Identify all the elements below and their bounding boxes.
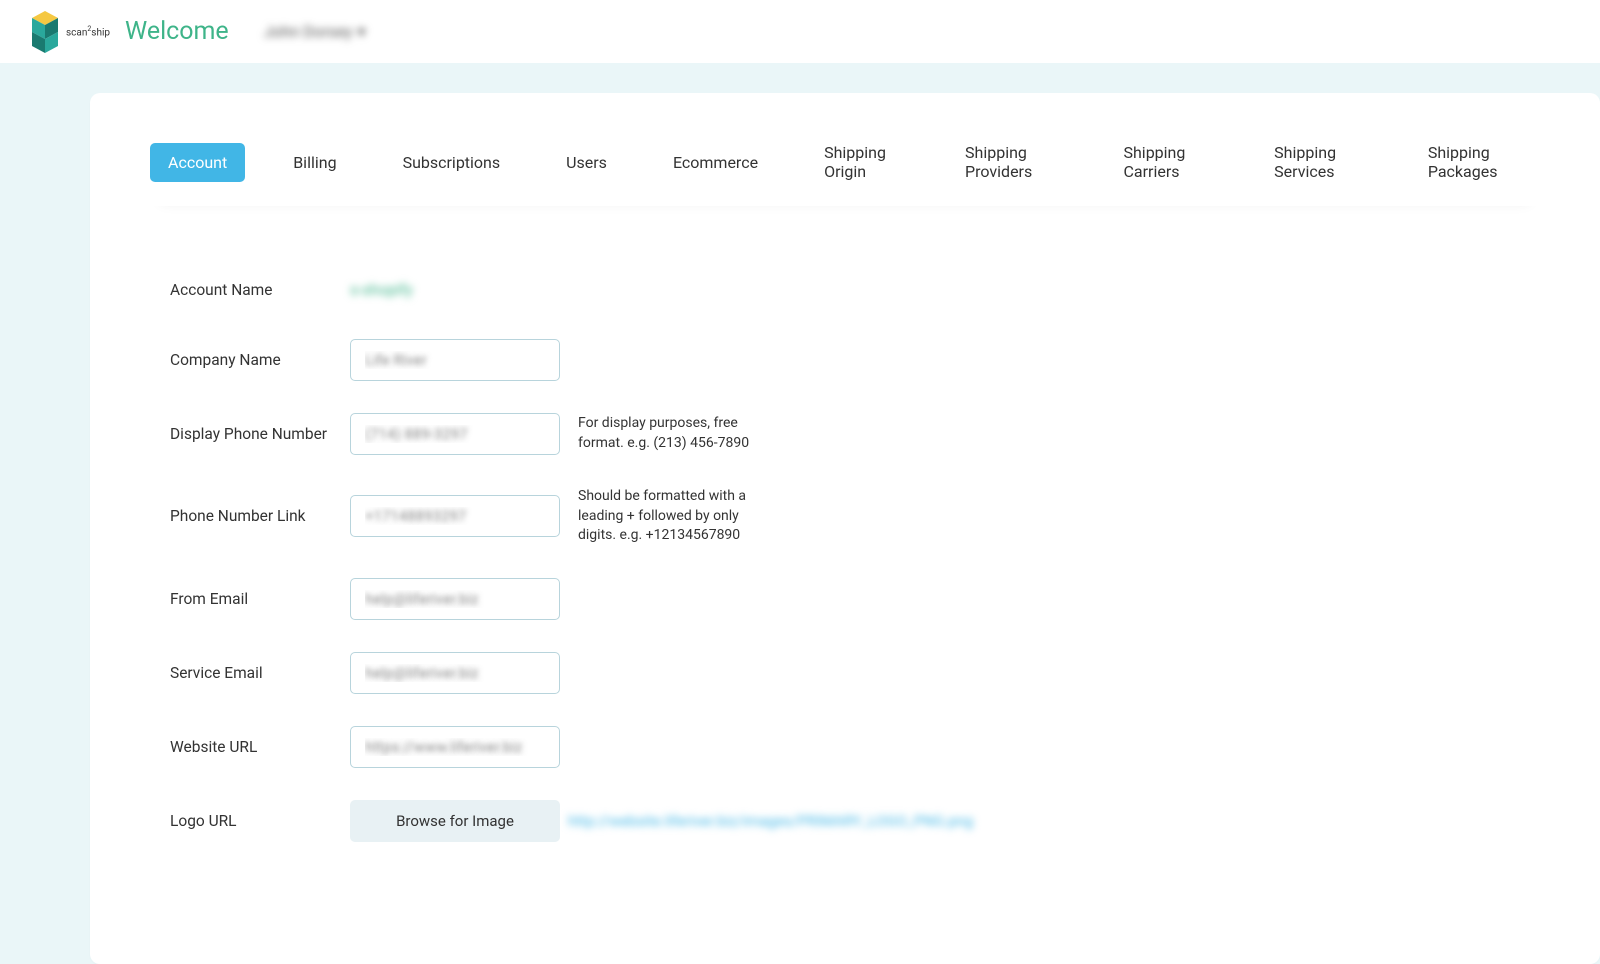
user-dropdown[interactable]: John Dorsey ▾	[264, 22, 366, 41]
label-company-name: Company Name	[170, 351, 350, 369]
tab-shipping-carriers[interactable]: Shipping Carriers	[1105, 133, 1226, 191]
input-service-email[interactable]	[350, 652, 560, 694]
logo-cube-icon	[30, 9, 60, 54]
row-logo-url: Logo URL Browse for Image http://website…	[170, 800, 1520, 842]
tab-shipping-services[interactable]: Shipping Services	[1256, 133, 1380, 191]
brand-text: scan2ship	[66, 25, 110, 38]
label-display-phone: Display Phone Number	[170, 425, 350, 443]
chevron-down-icon: ▾	[358, 22, 366, 41]
tab-shipping-origin[interactable]: Shipping Origin	[806, 133, 917, 191]
welcome-text: Welcome	[125, 17, 229, 46]
label-phone-link: Phone Number Link	[170, 507, 350, 525]
input-display-phone[interactable]	[350, 413, 560, 455]
tab-shipping-packages[interactable]: Shipping Packages	[1410, 133, 1540, 191]
row-service-email: Service Email	[170, 652, 1520, 694]
tab-subscriptions[interactable]: Subscriptions	[385, 143, 519, 182]
input-company-name[interactable]	[350, 339, 560, 381]
tab-users[interactable]: Users	[548, 143, 625, 182]
tab-account[interactable]: Account	[150, 143, 245, 182]
tab-ecommerce[interactable]: Ecommerce	[655, 143, 776, 182]
main-content: Account Billing Subscriptions Users Ecom…	[0, 63, 1600, 964]
input-phone-link[interactable]	[350, 495, 560, 537]
brand-logo: scan2ship	[30, 9, 110, 54]
app-header: scan2ship Welcome John Dorsey ▾	[0, 0, 1600, 63]
tab-shipping-providers[interactable]: Shipping Providers	[947, 133, 1075, 191]
value-account-name: s-shopify	[350, 281, 413, 299]
settings-card: Account Billing Subscriptions Users Ecom…	[90, 93, 1600, 964]
account-form: Account Name s-shopify Company Name Disp…	[150, 266, 1540, 904]
browse-image-button[interactable]: Browse for Image	[350, 800, 560, 842]
row-account-name: Account Name s-shopify	[170, 281, 1520, 299]
row-from-email: From Email	[170, 578, 1520, 620]
tab-billing[interactable]: Billing	[275, 143, 354, 182]
help-phone-link: Should be formatted with a leading + fol…	[578, 487, 758, 546]
row-display-phone: Display Phone Number For display purpose…	[170, 413, 1520, 455]
label-from-email: From Email	[170, 590, 350, 608]
label-website-url: Website URL	[170, 738, 350, 756]
username: John Dorsey	[264, 22, 353, 41]
row-phone-link: Phone Number Link Should be formatted wi…	[170, 487, 1520, 546]
row-website-url: Website URL	[170, 726, 1520, 768]
help-display-phone: For display purposes, free format. e.g. …	[578, 414, 758, 453]
label-service-email: Service Email	[170, 664, 350, 682]
label-logo-url: Logo URL	[170, 812, 350, 830]
label-account-name: Account Name	[170, 281, 350, 299]
logo-url-text: http://website.liferiver.biz/images/PRIM…	[568, 812, 973, 830]
input-website-url[interactable]	[350, 726, 560, 768]
tabs-bar: Account Billing Subscriptions Users Ecom…	[150, 133, 1540, 206]
input-from-email[interactable]	[350, 578, 560, 620]
row-company-name: Company Name	[170, 339, 1520, 381]
